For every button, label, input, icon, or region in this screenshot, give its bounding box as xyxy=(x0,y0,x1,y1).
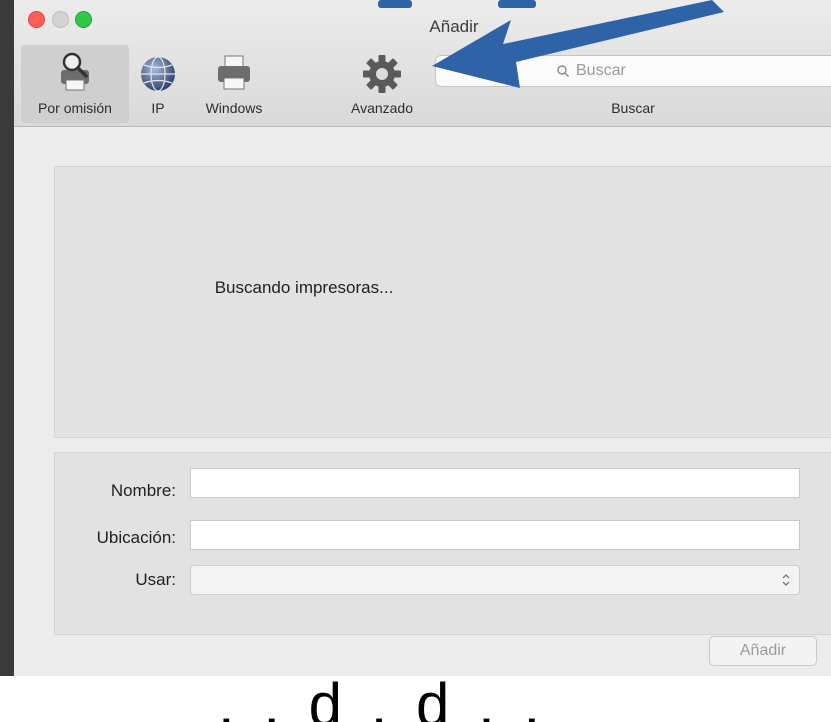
search-label: Buscar xyxy=(611,100,655,116)
search-icon xyxy=(557,65,569,77)
window-title: Añadir xyxy=(429,17,479,36)
gear-icon xyxy=(363,55,401,93)
printer-icon xyxy=(218,55,250,90)
tab-default-label: Por omisión xyxy=(38,100,112,116)
caption-overlay: . . d . d . . xyxy=(0,676,831,722)
search-field[interactable]: Buscar xyxy=(435,55,831,87)
tab-ip[interactable]: IP xyxy=(132,45,184,123)
background-desktop-strip xyxy=(0,0,14,722)
tab-default[interactable]: Por omisión xyxy=(21,45,129,123)
use-select[interactable] xyxy=(190,565,800,595)
default-printer-icon xyxy=(61,52,89,91)
searching-status: Buscando impresoras... xyxy=(214,278,394,297)
add-button[interactable]: Añadir xyxy=(709,636,817,666)
tab-windows-label: Windows xyxy=(205,100,263,116)
name-label: Nombre: xyxy=(110,481,176,500)
tab-windows[interactable]: Windows xyxy=(192,45,276,123)
location-label: Ubicación: xyxy=(96,528,176,547)
chevron-updown-icon xyxy=(782,574,790,586)
name-field[interactable] xyxy=(190,468,800,498)
tab-advanced[interactable]: Avanzado xyxy=(334,45,430,123)
use-label: Usar: xyxy=(135,570,176,589)
location-field[interactable] xyxy=(190,520,800,550)
title-toolbar: Añadir Por omisión IP Windows Avanzado B… xyxy=(14,0,831,127)
search-placeholder: Buscar xyxy=(576,62,626,79)
caption-text: . . d . d . . xyxy=(218,676,547,722)
globe-icon xyxy=(141,56,175,92)
tab-advanced-label: Avanzado xyxy=(350,100,413,116)
add-printer-window: Añadir Por omisión IP Windows Avanzado B… xyxy=(14,0,831,722)
tab-ip-label: IP xyxy=(151,100,165,116)
printer-list[interactable] xyxy=(54,166,831,438)
